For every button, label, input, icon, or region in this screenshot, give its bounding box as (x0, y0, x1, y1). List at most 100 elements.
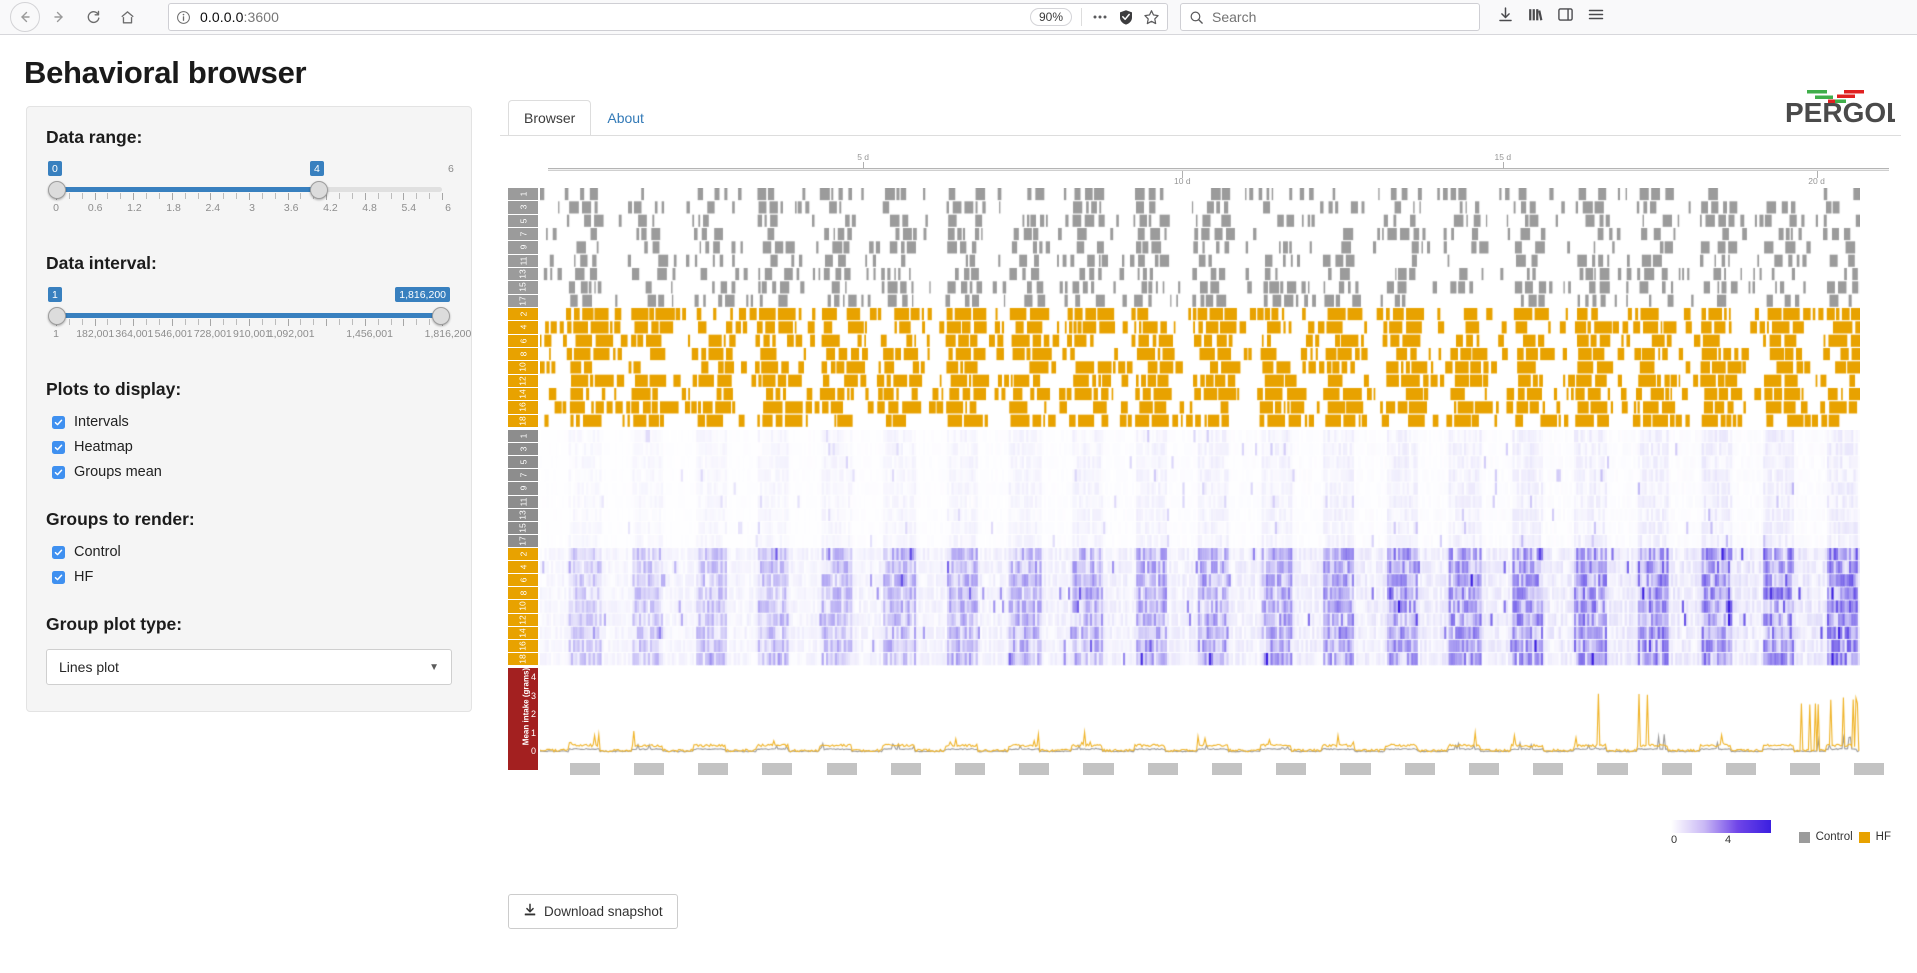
address-bar[interactable]: 0.0.0.0:3600 90% (168, 3, 1168, 31)
time-axis: 5 d 10 d 15 d 20 d (548, 152, 1889, 186)
night-block (1340, 763, 1371, 775)
checkmark-icon (52, 545, 65, 559)
checkbox-hf[interactable]: HF (52, 569, 452, 585)
reload-button[interactable] (78, 2, 108, 32)
time-axis-line (548, 168, 1889, 171)
home-button[interactable] (112, 2, 142, 32)
night-block (1533, 763, 1564, 775)
toolbar-right-actions (1497, 6, 1605, 28)
data-interval-badge-max: 1,816,200 (395, 287, 450, 302)
row-label: 17 (508, 294, 538, 307)
star-icon[interactable] (1143, 9, 1160, 26)
groups-mean-track[interactable] (540, 668, 1860, 756)
search-bar[interactable]: Search (1180, 3, 1480, 31)
data-interval-slider[interactable]: 1 1,816,200 1 182,001 364,001 546,001 728,00… (48, 287, 471, 350)
forward-button[interactable] (44, 2, 74, 32)
checkbox-label: Heatmap (74, 439, 133, 455)
night-block (954, 763, 986, 775)
data-interval-handle-min[interactable] (48, 307, 66, 325)
row-label: 13 (508, 268, 538, 281)
slider-tick-label: 1.8 (166, 202, 181, 214)
data-range-tick-labels: 0 0.6 1.2 1.8 2.4 3 3.6 4.2 4.8 5.4 6 (48, 202, 451, 216)
download-snapshot-button[interactable]: Download snapshot (508, 894, 678, 929)
zoom-level-badge[interactable]: 90% (1029, 8, 1072, 26)
night-block (1725, 763, 1757, 775)
heatmap-track[interactable] (540, 430, 1860, 666)
group-plot-type-select[interactable]: Lines plot ▼ (46, 649, 452, 685)
browser-toolbar: 0.0.0.0:3600 90% Search (0, 0, 1917, 35)
slider-tick-label: 1.2 (127, 202, 142, 214)
groups-to-render-group: Control HF (46, 544, 452, 585)
data-range-end-label: 6 (448, 163, 454, 175)
download-icon (523, 903, 537, 920)
data-range-slider[interactable]: 0 4 6 0 0.6 1.2 1.8 2.4 3 3.6 4.2 4.8 5.4 6 (48, 161, 454, 224)
download-icon[interactable] (1497, 6, 1514, 28)
arrow-left-icon (21, 11, 30, 23)
checkmark-icon (52, 440, 65, 454)
night-block (762, 763, 793, 775)
checkbox-label: Groups mean (74, 464, 162, 480)
data-range-fill (56, 187, 318, 192)
row-label: 8 (508, 587, 538, 600)
data-range-handle-max[interactable] (310, 181, 328, 199)
tab-browser[interactable]: Browser (508, 100, 592, 136)
night-block (1276, 763, 1307, 775)
night-block (1147, 763, 1178, 775)
data-interval-fill (56, 313, 442, 318)
slider-tick-label: 0.6 (87, 202, 103, 214)
night-block (1468, 763, 1500, 775)
slider-tick-label: 728,001 (193, 328, 232, 340)
night-block (1019, 763, 1050, 775)
slider-tick-label: 1 (53, 328, 59, 340)
legend-swatch-hf (1858, 831, 1870, 843)
row-label: 1 (508, 430, 538, 443)
reload-icon (87, 10, 100, 23)
row-label: 4 (508, 321, 538, 334)
checkmark-icon (52, 570, 65, 584)
arrow-right-icon (54, 11, 63, 23)
slider-tick-label: 1,816,200 (424, 328, 472, 340)
back-button[interactable] (10, 2, 40, 32)
behavior-chart[interactable]: 5 d 10 d 15 d 20 d 1 3 5 7 9 11 13 15 17 2 4 6 8 10 12 14 1… (508, 146, 1901, 876)
checkbox-label: Control (74, 544, 121, 560)
time-axis-tick-label: 10 d (1174, 176, 1191, 186)
row-label: 9 (508, 482, 538, 495)
search-input-placeholder[interactable]: Search (1212, 9, 1256, 25)
row-label: 17 (508, 534, 538, 547)
ellipsis-icon[interactable] (1091, 9, 1109, 25)
row-label: 7 (508, 228, 538, 241)
hamburger-menu-icon[interactable] (1587, 6, 1605, 28)
data-interval-handle-max[interactable] (432, 307, 450, 325)
row-label: 1 (508, 188, 538, 201)
row-label: 3 (508, 443, 538, 456)
checkbox-groups-mean[interactable]: Groups mean (52, 464, 452, 480)
page-info-icon[interactable] (176, 10, 191, 25)
slider-tick-label: 2.4 (205, 202, 221, 214)
tab-about[interactable]: About (591, 100, 660, 136)
checkmark-icon (52, 465, 65, 479)
plots-to-display-heading: Plots to display: (46, 379, 182, 399)
night-block (1854, 763, 1885, 775)
row-label: 5 (508, 456, 538, 469)
checkbox-intervals[interactable]: Intervals (52, 414, 452, 430)
library-icon[interactable] (1527, 6, 1544, 28)
data-range-ticks (56, 193, 443, 200)
toolbar-divider (1081, 8, 1082, 26)
plots-to-display-group: Intervals Heatmap Groups mean (46, 414, 452, 480)
checkbox-heatmap[interactable]: Heatmap (52, 439, 452, 455)
row-label: 11 (508, 495, 538, 508)
row-label: 8 (508, 348, 538, 361)
data-range-handle-min[interactable] (48, 181, 66, 199)
mean-y-tick-label: 1 (530, 727, 536, 738)
tracking-protection-icon[interactable] (1118, 9, 1134, 26)
row-label: 9 (508, 241, 538, 254)
slider-tick-label: 546,001 (154, 328, 193, 340)
data-range-badge-min: 0 (48, 161, 62, 176)
checkbox-control[interactable]: Control (52, 544, 452, 560)
intervals-track[interactable] (540, 188, 1860, 428)
colorbar-min-label: 0 (1671, 834, 1678, 846)
night-block (633, 763, 664, 775)
slider-tick-label: 6 (445, 202, 451, 214)
sidebar-icon[interactable] (1557, 6, 1574, 28)
time-axis-tick-label: 20 d (1808, 176, 1825, 186)
